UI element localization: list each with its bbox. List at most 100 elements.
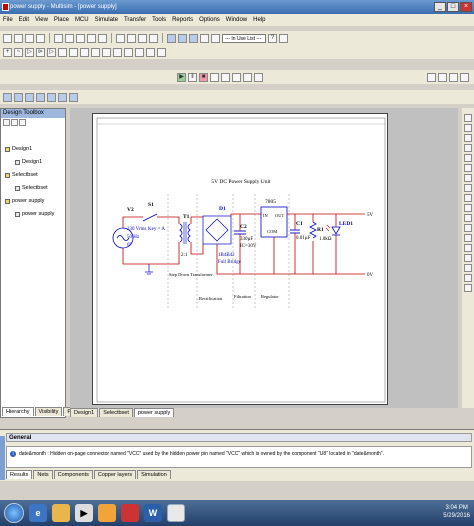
- zoom-in-icon[interactable]: [116, 33, 125, 43]
- probe-icon[interactable]: [210, 72, 219, 82]
- help-icon[interactable]: ?: [268, 33, 277, 43]
- tree-item-selectbset[interactable]: Selectbset: [15, 185, 48, 191]
- menu-transfer[interactable]: Transfer: [124, 17, 146, 23]
- spreadsheet-tab-simulation[interactable]: Simulation: [137, 470, 171, 479]
- save-icon[interactable]: [25, 33, 34, 43]
- function-generator-icon[interactable]: [464, 124, 472, 132]
- instrument-icon[interactable]: [449, 72, 458, 82]
- menu-mcu[interactable]: MCU: [75, 17, 89, 23]
- menu-help[interactable]: Help: [253, 17, 265, 23]
- search-icon[interactable]: [279, 33, 288, 43]
- misc-icon[interactable]: [113, 47, 122, 57]
- zoom-out-icon[interactable]: [127, 33, 136, 43]
- postprocessor-icon[interactable]: [232, 72, 241, 82]
- instrument-icon[interactable]: [460, 72, 469, 82]
- tab-hierarchy[interactable]: Hierarchy: [2, 407, 34, 416]
- menu-options[interactable]: Options: [199, 17, 220, 23]
- maximize-button[interactable]: □: [447, 2, 459, 12]
- zoom-fit-icon[interactable]: [149, 33, 158, 43]
- network-analyzer-icon[interactable]: [464, 244, 472, 252]
- media-player-icon[interactable]: ▶: [75, 504, 93, 522]
- ruler-icon[interactable]: [47, 92, 56, 102]
- diode-icon[interactable]: ▷: [25, 47, 34, 57]
- iv-analyzer-icon[interactable]: [464, 214, 472, 222]
- stop-simulation-icon[interactable]: ■: [199, 72, 208, 82]
- toolbox-option-icon[interactable]: [19, 119, 26, 126]
- start-button[interactable]: [4, 503, 24, 523]
- spreadsheet-tab-nets[interactable]: Nets: [33, 470, 53, 479]
- sheet-tab-selectbset[interactable]: Selectbset: [99, 408, 133, 417]
- bus-icon[interactable]: [189, 33, 198, 43]
- close-button[interactable]: ×: [460, 2, 472, 12]
- wire-icon[interactable]: [178, 33, 187, 43]
- tree-item-selectbset[interactable]: Selectbset: [5, 172, 38, 178]
- power-component-icon[interactable]: [102, 47, 111, 57]
- logic-converter-icon[interactable]: [464, 204, 472, 212]
- tree-item-design1[interactable]: Design1: [5, 146, 32, 152]
- system-clock[interactable]: 3:04 PM 5/29/2016: [443, 504, 470, 520]
- electrical-rules-icon[interactable]: [243, 72, 252, 82]
- bode-plotter-icon[interactable]: [464, 164, 472, 172]
- print-icon[interactable]: [36, 33, 45, 43]
- frequency-counter-icon[interactable]: [464, 174, 472, 182]
- logic-analyzer-icon[interactable]: [464, 194, 472, 202]
- analog-icon[interactable]: ▷: [47, 47, 56, 57]
- multimeter-icon[interactable]: [464, 114, 472, 122]
- oscilloscope-4ch-icon[interactable]: [464, 154, 472, 162]
- tree-item-power-supply[interactable]: power supply: [5, 198, 44, 204]
- toolbox-option-icon[interactable]: [3, 119, 10, 126]
- sheet-tab-design1[interactable]: Design1: [70, 408, 99, 417]
- labview-icon[interactable]: [464, 274, 472, 282]
- new-icon[interactable]: [3, 33, 12, 43]
- current-probe-icon[interactable]: [464, 284, 472, 292]
- copy-icon[interactable]: [65, 33, 74, 43]
- database-icon[interactable]: [211, 33, 220, 43]
- menu-view[interactable]: View: [35, 17, 48, 23]
- menu-file[interactable]: File: [3, 17, 13, 23]
- tree-item-power-supply[interactable]: power supply: [15, 211, 54, 217]
- spectrum-analyzer-icon[interactable]: [464, 234, 472, 242]
- zoom-area-icon[interactable]: [138, 33, 147, 43]
- undo-icon[interactable]: [87, 33, 96, 43]
- spreadsheet-toggle-icon[interactable]: [14, 92, 23, 102]
- basic-icon[interactable]: ~: [14, 47, 23, 57]
- instrument-icon[interactable]: [438, 72, 447, 82]
- design-toolbox-toggle-icon[interactable]: [3, 92, 12, 102]
- bus-entry-icon[interactable]: [157, 47, 166, 57]
- component-icon[interactable]: [167, 33, 176, 43]
- page-bounds-icon[interactable]: [69, 92, 78, 102]
- oscilloscope-icon[interactable]: [464, 144, 472, 152]
- cut-icon[interactable]: [54, 33, 63, 43]
- firefox-icon[interactable]: [98, 504, 116, 522]
- menu-edit[interactable]: Edit: [19, 17, 29, 23]
- result-message[interactable]: date&month : Hidden on-page connector na…: [19, 451, 384, 457]
- grapher-icon[interactable]: [221, 72, 230, 82]
- multisim-taskbar-icon[interactable]: [167, 504, 185, 522]
- wattmeter-icon[interactable]: [464, 134, 472, 142]
- word-generator-icon[interactable]: [464, 184, 472, 192]
- indicator-icon[interactable]: [91, 47, 100, 57]
- spreadsheet-tab-results[interactable]: Results: [6, 470, 33, 479]
- pdf-reader-icon[interactable]: [121, 504, 139, 522]
- paste-icon[interactable]: [76, 33, 85, 43]
- tab-visibility[interactable]: Visibility: [34, 407, 63, 416]
- agilent-icon[interactable]: [464, 254, 472, 262]
- menu-place[interactable]: Place: [54, 17, 69, 23]
- mcu-icon[interactable]: [80, 47, 89, 57]
- cmos-icon[interactable]: [69, 47, 78, 57]
- source-icon[interactable]: +: [3, 47, 12, 57]
- minimize-button[interactable]: _: [434, 2, 446, 12]
- redo-icon[interactable]: [98, 33, 107, 43]
- instrument-icon[interactable]: [427, 72, 436, 82]
- word-icon[interactable]: W: [144, 504, 162, 522]
- transistor-icon[interactable]: ⊳: [36, 47, 45, 57]
- in-use-list-dropdown[interactable]: --- In Use List ---: [222, 33, 266, 43]
- menu-tools[interactable]: Tools: [152, 17, 166, 23]
- menu-simulate[interactable]: Simulate: [95, 17, 118, 23]
- general-header[interactable]: General: [6, 433, 472, 442]
- tree-item-design1[interactable]: Design1: [15, 159, 42, 165]
- grid-icon[interactable]: [25, 92, 34, 102]
- menu-reports[interactable]: Reports: [172, 17, 193, 23]
- schematic-sheet[interactable]: 5V DC Power Supply Unit V2 230 Vrms 50 H…: [92, 113, 388, 405]
- hierarchical-block-icon[interactable]: [146, 47, 155, 57]
